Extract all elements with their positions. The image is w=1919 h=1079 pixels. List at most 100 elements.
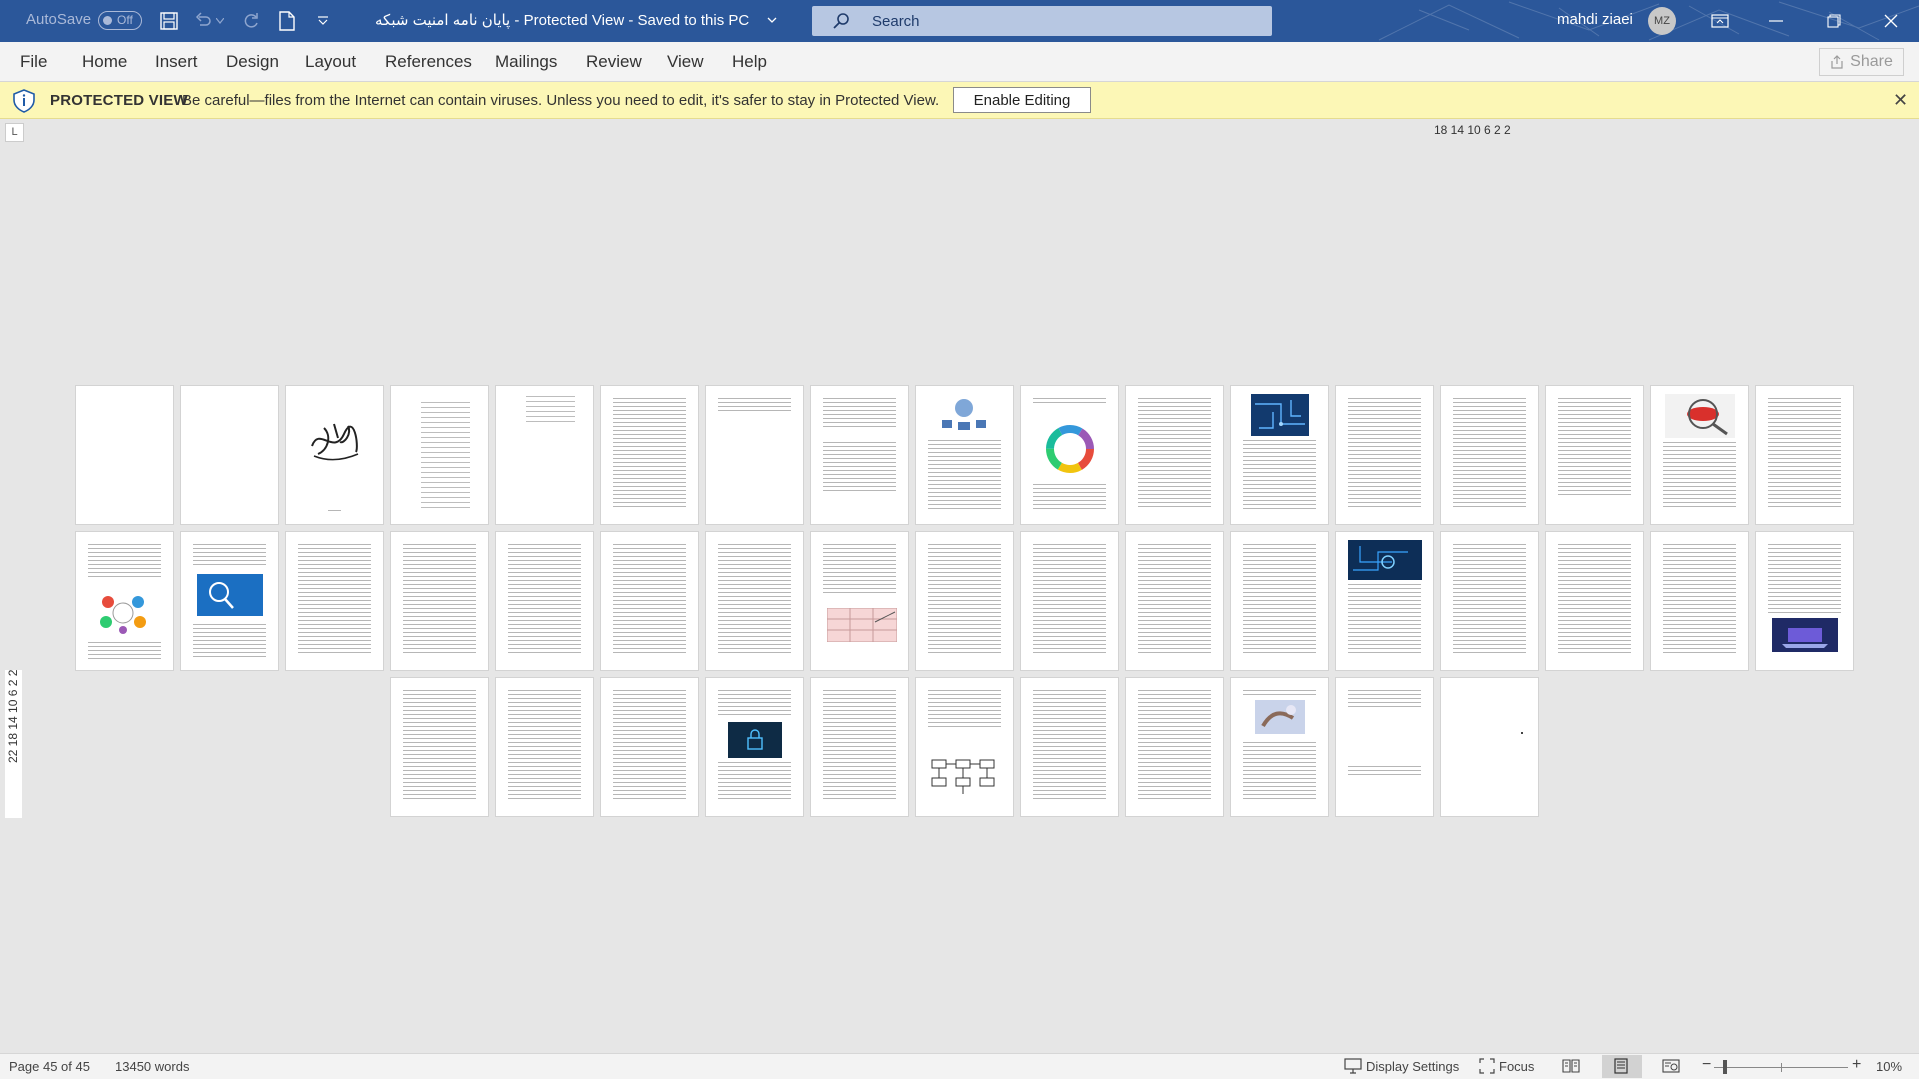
security-image bbox=[1348, 540, 1422, 580]
print-layout-icon[interactable] bbox=[1613, 1058, 1629, 1074]
tab-insert[interactable]: Insert bbox=[155, 52, 198, 72]
close-message-bar-icon[interactable]: ✕ bbox=[1893, 90, 1908, 111]
page-thumbnail[interactable] bbox=[1126, 678, 1223, 816]
tab-home[interactable]: Home bbox=[82, 52, 127, 72]
page-thumbnail[interactable] bbox=[1336, 386, 1433, 524]
flowchart-image bbox=[931, 759, 995, 794]
page-thumbnail[interactable] bbox=[916, 386, 1013, 524]
page-thumbnail[interactable] bbox=[916, 532, 1013, 670]
page-thumbnail[interactable] bbox=[601, 678, 698, 816]
table-image bbox=[827, 608, 897, 642]
page-thumbnail[interactable] bbox=[1546, 532, 1643, 670]
tab-help[interactable]: Help bbox=[732, 52, 767, 72]
page-thumbnail[interactable] bbox=[391, 532, 488, 670]
horizontal-ruler[interactable]: 18 14 10 6 2 2 bbox=[1434, 123, 1511, 137]
page-thumbnail[interactable] bbox=[1441, 386, 1538, 524]
page-thumbnail[interactable] bbox=[181, 532, 278, 670]
shield-icon bbox=[13, 89, 35, 113]
page-thumbnail[interactable] bbox=[391, 386, 488, 524]
read-mode-icon[interactable] bbox=[1562, 1058, 1580, 1074]
display-settings-button[interactable]: Display Settings bbox=[1366, 1059, 1459, 1074]
share-button[interactable]: Share bbox=[1819, 48, 1904, 76]
title-dropdown-icon[interactable] bbox=[767, 11, 777, 28]
new-document-icon[interactable] bbox=[276, 10, 298, 32]
page-thumbnail[interactable] bbox=[601, 386, 698, 524]
restore-icon[interactable] bbox=[1806, 0, 1862, 42]
autosave-toggle[interactable]: Off bbox=[98, 11, 142, 30]
page-thumbnail[interactable] bbox=[286, 386, 383, 524]
calligraphy-image bbox=[311, 423, 359, 461]
page-thumbnail[interactable] bbox=[1336, 678, 1433, 816]
ribbon-display-options-icon[interactable] bbox=[1692, 0, 1748, 42]
zoom-level[interactable]: 10% bbox=[1876, 1059, 1902, 1074]
undo-dropdown-icon[interactable] bbox=[214, 10, 226, 32]
circle-diagram-image bbox=[1046, 425, 1094, 473]
page-thumbnail[interactable] bbox=[1441, 532, 1538, 670]
page-thumbnail[interactable] bbox=[1021, 678, 1118, 816]
zoom-in-button[interactable]: + bbox=[1852, 1056, 1861, 1074]
page-thumbnail[interactable] bbox=[811, 532, 908, 670]
focus-icon bbox=[1479, 1058, 1495, 1074]
page-thumbnail[interactable] bbox=[811, 386, 908, 524]
page-thumbnail[interactable] bbox=[1546, 386, 1643, 524]
page-thumbnail[interactable] bbox=[1126, 532, 1223, 670]
page-thumbnail[interactable] bbox=[706, 532, 803, 670]
page-thumbnail[interactable] bbox=[76, 532, 173, 670]
enable-editing-button[interactable]: Enable Editing bbox=[953, 87, 1091, 113]
page-thumbnail[interactable] bbox=[391, 678, 488, 816]
minimize-icon[interactable] bbox=[1748, 0, 1804, 42]
page-thumbnail[interactable] bbox=[1231, 532, 1328, 670]
save-icon[interactable] bbox=[158, 10, 180, 32]
page-thumbnail[interactable] bbox=[706, 678, 803, 816]
undo-icon[interactable] bbox=[192, 10, 214, 32]
document-title[interactable]: پایان نامه امنیت شبکه - Protected View -… bbox=[375, 11, 749, 29]
page-thumbnail[interactable] bbox=[601, 532, 698, 670]
title-bar: AutoSave Off پایان نامه امنیت شبکه - Pro… bbox=[0, 0, 1919, 42]
page-thumbnail[interactable] bbox=[1021, 532, 1118, 670]
page-thumbnail[interactable] bbox=[496, 386, 593, 524]
protected-view-bar: PROTECTED VIEW Be careful—files from the… bbox=[0, 82, 1919, 119]
page-indicator[interactable]: Page 45 of 45 bbox=[9, 1059, 90, 1074]
page-thumbnail[interactable] bbox=[1231, 386, 1328, 524]
avatar[interactable]: MZ bbox=[1648, 7, 1676, 35]
tab-review[interactable]: Review bbox=[586, 52, 642, 72]
tab-references[interactable]: References bbox=[385, 52, 472, 72]
page-thumbnail[interactable] bbox=[1756, 386, 1853, 524]
page-thumbnail[interactable] bbox=[1126, 386, 1223, 524]
zoom-slider-thumb[interactable] bbox=[1723, 1060, 1727, 1074]
zoom-out-button[interactable]: − bbox=[1702, 1056, 1711, 1074]
page-thumbnail[interactable] bbox=[76, 386, 173, 524]
page-thumbnail[interactable] bbox=[1441, 678, 1538, 816]
page-thumbnail[interactable] bbox=[496, 532, 593, 670]
tab-file[interactable]: File bbox=[20, 52, 47, 72]
customize-toolbar-icon[interactable] bbox=[312, 10, 334, 32]
page-thumbnail[interactable] bbox=[181, 386, 278, 524]
tab-layout[interactable]: Layout bbox=[305, 52, 356, 72]
close-icon[interactable] bbox=[1863, 0, 1919, 42]
vertical-ruler[interactable]: 22 18 14 10 6 2 2 bbox=[5, 670, 22, 818]
page-thumbnail[interactable] bbox=[1651, 386, 1748, 524]
page-thumbnail[interactable] bbox=[811, 678, 908, 816]
page-thumbnail[interactable] bbox=[286, 532, 383, 670]
page-thumbnail[interactable] bbox=[706, 386, 803, 524]
page-thumbnail[interactable] bbox=[1756, 532, 1853, 670]
search-placeholder: Search bbox=[872, 13, 920, 30]
tab-selector[interactable]: L bbox=[5, 123, 24, 142]
page-thumbnail[interactable] bbox=[1651, 532, 1748, 670]
page-thumbnail[interactable] bbox=[1336, 532, 1433, 670]
tab-mailings[interactable]: Mailings bbox=[495, 52, 557, 72]
page-thumbnail[interactable] bbox=[1231, 678, 1328, 816]
tab-design[interactable]: Design bbox=[226, 52, 279, 72]
word-count[interactable]: 13450 words bbox=[115, 1059, 189, 1074]
autosave-label: AutoSave bbox=[26, 11, 92, 28]
page-thumbnail[interactable] bbox=[916, 678, 1013, 816]
user-name[interactable]: mahdi ziaei bbox=[1557, 11, 1633, 28]
redo-icon[interactable] bbox=[240, 10, 262, 32]
page-thumbnail[interactable] bbox=[496, 678, 593, 816]
web-layout-icon[interactable] bbox=[1662, 1058, 1680, 1074]
focus-button[interactable]: Focus bbox=[1499, 1059, 1534, 1074]
display-settings-icon bbox=[1344, 1058, 1362, 1074]
search-box[interactable]: Search bbox=[812, 6, 1272, 36]
page-thumbnail[interactable] bbox=[1021, 386, 1118, 524]
tab-view[interactable]: View bbox=[667, 52, 704, 72]
